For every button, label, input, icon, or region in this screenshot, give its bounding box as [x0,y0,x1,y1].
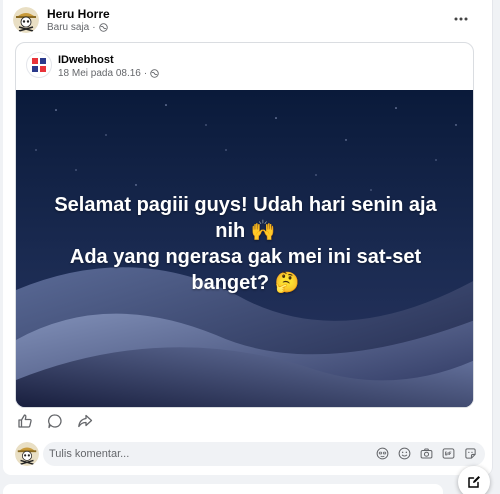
comment-composer [15,442,485,468]
globe-icon [150,69,159,78]
globe-icon [98,23,108,32]
comment-tools [376,447,477,460]
more-options-button[interactable] [451,12,471,26]
shared-post-meta: 18 Mei pada 08.16 · [58,68,159,79]
comment-box [43,442,485,466]
shared-post[interactable]: IDwebhost 18 Mei pada 08.16 · Selamat pa… [15,42,474,408]
camera-icon[interactable] [420,447,433,460]
compose-icon [468,476,480,488]
caption-line-4: banget? 🤔 [191,272,300,294]
caption-line-2: nih 🙌 [215,220,276,242]
post-card: Heru Horre Baru saja · IDwebhost 18 Mei … [3,0,493,475]
post-actions [17,413,93,429]
idwebhost-logo-icon [32,58,46,72]
pirate-skull-avatar-icon [13,7,39,33]
meta-separator: · [143,68,148,79]
comment-input[interactable] [49,442,349,466]
user-avatar[interactable] [15,442,39,466]
caption-line-1: Selamat pagiii guys! Udah hari senin aja [54,194,437,216]
post-meta: Baru saja · [47,22,108,33]
post-image-caption: Selamat pagiii guys! Udah hari senin aja… [16,192,473,296]
sticker-icon[interactable] [464,447,477,460]
author-name[interactable]: Heru Horre [47,7,110,21]
comment-icon[interactable] [47,413,63,429]
post-header: Heru Horre Baru saja · [13,6,483,38]
meta-separator: · [92,22,96,33]
page-name[interactable]: IDwebhost [58,54,114,66]
gif-icon[interactable] [442,447,455,460]
page-logo[interactable] [26,52,52,78]
next-post-card [3,484,443,494]
pirate-skull-avatar-icon [15,442,39,466]
post-time[interactable]: Baru saja [47,22,89,33]
caption-line-3: Ada yang ngerasa gak mei ini sat-set [69,246,422,268]
author-avatar[interactable] [13,7,39,33]
shared-post-date[interactable]: 18 Mei pada 08.16 [58,68,141,79]
avatar-sticker-icon[interactable] [376,447,389,460]
post-image[interactable]: Selamat pagiii guys! Udah hari senin aja… [16,90,473,407]
more-dots-icon [454,17,468,21]
emoji-icon[interactable] [398,447,411,460]
like-icon[interactable] [17,413,33,429]
new-message-button[interactable] [458,466,490,494]
shared-post-header: IDwebhost 18 Mei pada 08.16 · [26,51,456,83]
share-icon[interactable] [77,413,93,429]
